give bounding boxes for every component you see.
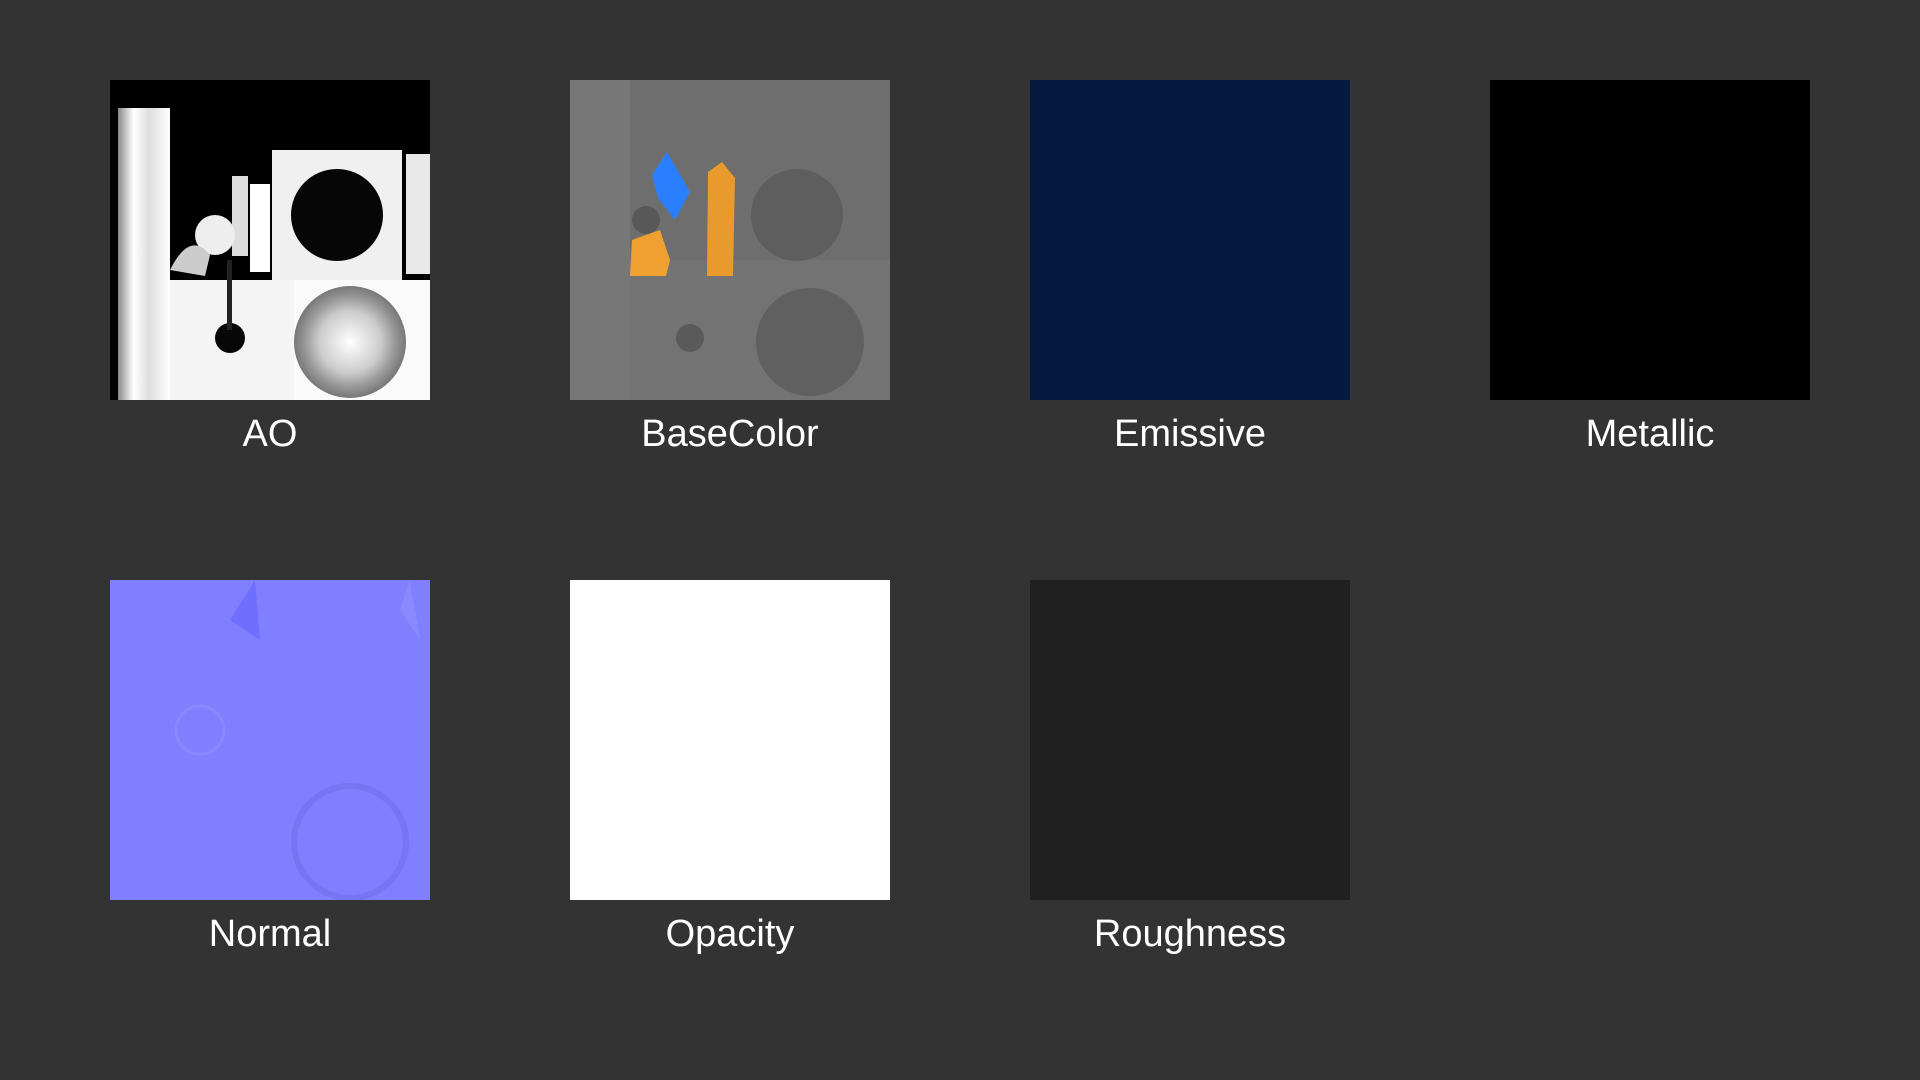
texture-label-emissive: Emissive bbox=[1113, 413, 1267, 455]
texture-label-roughness: Roughness bbox=[1093, 913, 1287, 955]
texture-tile-emissive[interactable]: Emissive bbox=[1030, 80, 1350, 456]
texture-grid: AO BaseColor Emissive Metallic Normal Op… bbox=[0, 0, 1920, 1080]
opacity-thumbnail[interactable] bbox=[570, 580, 890, 900]
normal-thumbnail[interactable] bbox=[110, 580, 430, 900]
normal-texture-image bbox=[110, 580, 430, 900]
texture-tile-basecolor[interactable]: BaseColor bbox=[570, 80, 890, 456]
texture-label-normal: Normal bbox=[208, 913, 332, 955]
metallic-thumbnail[interactable] bbox=[1490, 80, 1810, 400]
emissive-thumbnail[interactable] bbox=[1030, 80, 1350, 400]
texture-label-ao: AO bbox=[242, 413, 298, 455]
texture-tile-ao[interactable]: AO bbox=[110, 80, 430, 456]
texture-tile-roughness[interactable]: Roughness bbox=[1030, 580, 1350, 956]
basecolor-texture-image bbox=[570, 80, 890, 400]
texture-label-opacity: Opacity bbox=[665, 913, 795, 955]
texture-tile-metallic[interactable]: Metallic bbox=[1490, 80, 1810, 456]
texture-label-metallic: Metallic bbox=[1585, 413, 1715, 455]
texture-label-basecolor: BaseColor bbox=[641, 413, 819, 455]
texture-tile-opacity[interactable]: Opacity bbox=[570, 580, 890, 956]
roughness-thumbnail[interactable] bbox=[1030, 580, 1350, 900]
ao-thumbnail[interactable] bbox=[110, 80, 430, 400]
ao-texture-image bbox=[110, 80, 430, 400]
basecolor-thumbnail[interactable] bbox=[570, 80, 890, 400]
texture-tile-normal[interactable]: Normal bbox=[110, 580, 430, 956]
